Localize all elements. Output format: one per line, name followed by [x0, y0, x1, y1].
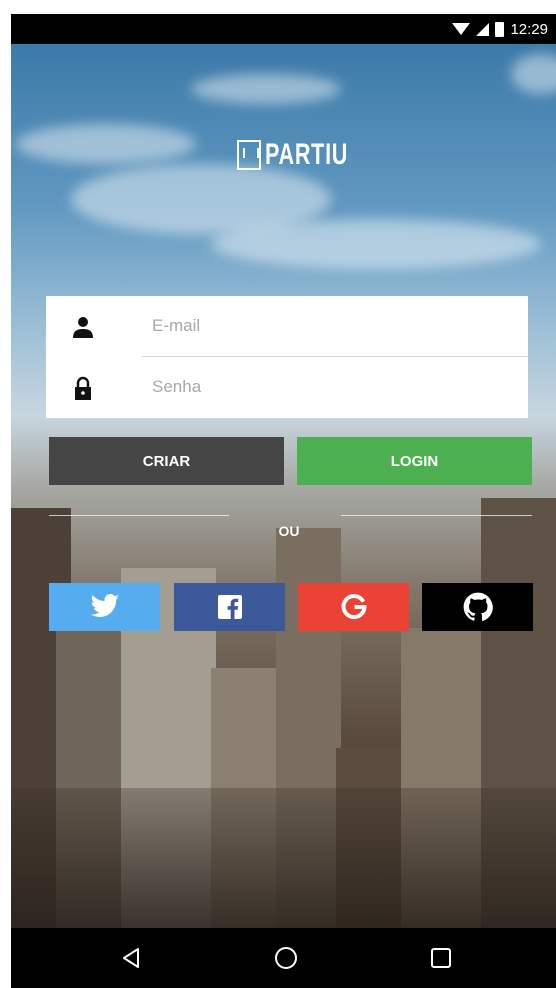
navigation-bar — [11, 928, 556, 988]
cloud — [191, 74, 341, 104]
twitter-icon — [90, 594, 119, 618]
divider-line-left — [49, 515, 229, 516]
login-button[interactable]: LOGIN — [297, 437, 532, 485]
app-logo: PARTIU — [237, 138, 380, 172]
github-icon — [463, 592, 493, 621]
login-form — [46, 296, 528, 418]
logo-text: PARTIU — [265, 138, 349, 171]
recents-button[interactable] — [425, 942, 457, 974]
password-row — [46, 357, 528, 418]
back-button[interactable] — [115, 942, 147, 974]
status-icons: 12:29 — [452, 19, 548, 39]
ticket-icon — [237, 140, 261, 170]
lock-icon — [75, 376, 91, 400]
phone-screen: 12:29 PARTIU E-mail CRIAR LOGIN OU — [11, 14, 556, 988]
github-login-button[interactable] — [422, 583, 533, 631]
divider-line-right — [341, 515, 532, 516]
twitter-login-button[interactable] — [49, 583, 160, 631]
google-icon — [341, 594, 367, 620]
email-field[interactable] — [152, 310, 512, 342]
status-time: 12:29 — [510, 20, 548, 38]
user-icon — [73, 317, 93, 338]
status-bar: 12:29 — [11, 14, 556, 44]
criar-button[interactable]: CRIAR — [49, 437, 284, 485]
home-icon — [275, 947, 297, 969]
facebook-login-button[interactable] — [174, 583, 285, 631]
cloud — [16, 124, 196, 164]
city-background-image — [11, 44, 556, 928]
building-shadow — [11, 788, 556, 928]
facebook-icon — [217, 595, 242, 619]
password-field[interactable] — [152, 371, 512, 403]
battery-icon — [495, 21, 505, 37]
cloud — [511, 54, 556, 94]
wifi-icon — [452, 23, 471, 35]
signal-icon — [476, 22, 490, 36]
google-login-button[interactable] — [298, 583, 409, 631]
recents-icon — [431, 948, 451, 968]
email-row — [46, 296, 528, 357]
or-divider-text: OU — [278, 523, 300, 539]
back-icon — [123, 948, 139, 968]
home-button[interactable] — [270, 942, 302, 974]
cloud — [211, 219, 541, 269]
